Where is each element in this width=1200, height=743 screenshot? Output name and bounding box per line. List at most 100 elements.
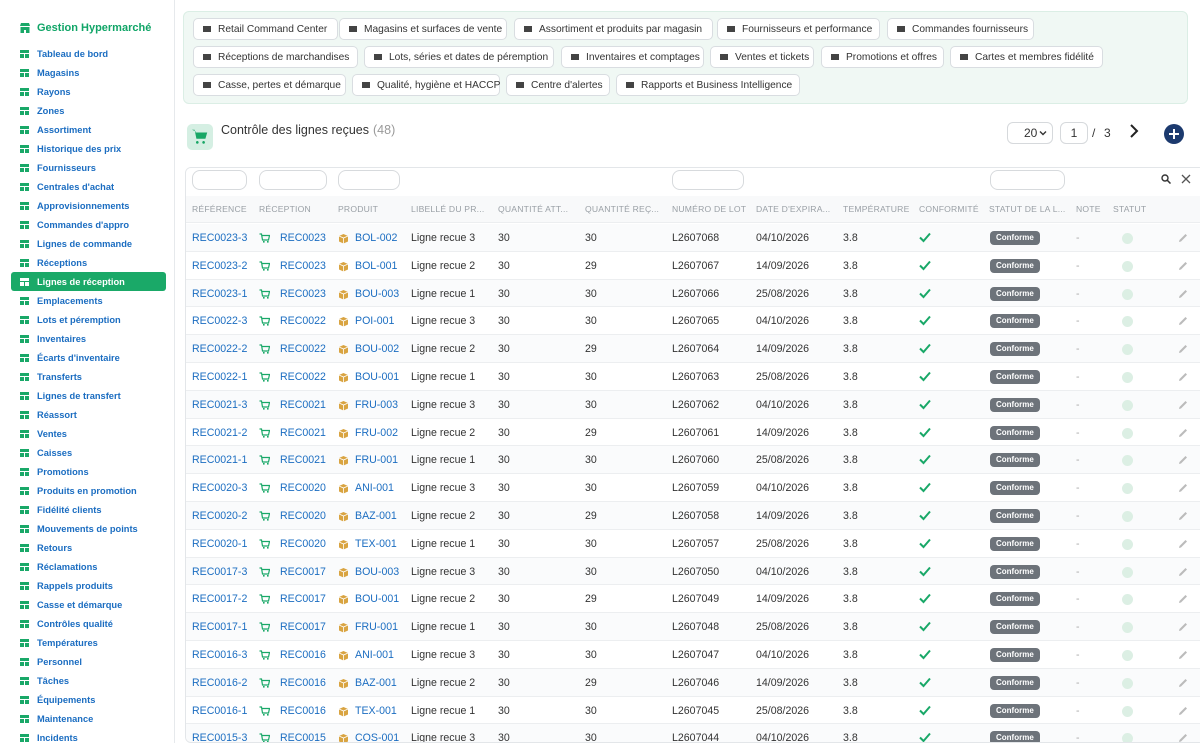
edit-icon[interactable] <box>1178 733 1188 743</box>
column-header[interactable]: Note <box>1076 204 1101 214</box>
sidebar-item-32[interactable]: Températures <box>0 633 174 652</box>
filter-statut-ligne[interactable] <box>990 170 1065 190</box>
cell-produit[interactable]: BOU-001 <box>355 371 399 383</box>
sidebar-item-4[interactable]: Zones <box>0 101 174 120</box>
edit-icon[interactable] <box>1178 594 1188 604</box>
cell-produit[interactable]: BOU-003 <box>355 566 399 578</box>
cell-reference[interactable]: REC0023-3 <box>192 232 247 244</box>
cell-reception[interactable]: REC0020 <box>280 510 326 522</box>
cell-reference[interactable]: REC0016-2 <box>192 677 247 689</box>
column-header[interactable]: Libellé du pr... <box>411 204 484 214</box>
module-chip-4[interactable]: Fournisseurs et performance <box>717 18 880 40</box>
table-row[interactable]: REC0022-1 REC0022 BOU-001 Ligne recue 1 30 30… <box>186 363 1200 391</box>
column-header[interactable]: Date d'expira... <box>756 204 830 214</box>
cell-produit[interactable]: TEX-001 <box>355 705 397 717</box>
edit-icon[interactable] <box>1178 678 1188 688</box>
cell-reference[interactable]: REC0023-2 <box>192 260 247 272</box>
cell-produit[interactable]: FRU-002 <box>355 427 398 439</box>
table-row[interactable]: REC0020-1 REC0020 TEX-001 Ligne recue 1 30 30… <box>186 530 1200 558</box>
sidebar-item-5[interactable]: Assortiment <box>0 120 174 139</box>
clear-filter-icon[interactable] <box>1181 174 1191 184</box>
cell-reception[interactable]: REC0017 <box>280 593 326 605</box>
filter-reference[interactable] <box>192 170 247 190</box>
edit-icon[interactable] <box>1178 400 1188 410</box>
module-chip-1[interactable]: Retail Command Center <box>193 18 338 40</box>
cell-produit[interactable]: BOU-002 <box>355 343 399 355</box>
module-chip-12[interactable]: Casse, pertes et démarque <box>193 74 346 96</box>
cell-reception[interactable]: REC0022 <box>280 343 326 355</box>
sidebar-item-37[interactable]: Incidents <box>0 728 174 743</box>
sidebar-item-25[interactable]: Fidélité clients <box>0 500 174 519</box>
edit-icon[interactable] <box>1178 428 1188 438</box>
current-page-input[interactable]: 1 <box>1060 122 1088 144</box>
sidebar-item-17[interactable]: Écarts d'inventaire <box>0 348 174 367</box>
edit-icon[interactable] <box>1178 261 1188 271</box>
cell-reference[interactable]: REC0022-1 <box>192 371 247 383</box>
cell-reception[interactable]: REC0020 <box>280 482 326 494</box>
cell-reception[interactable]: REC0021 <box>280 427 326 439</box>
cell-reference[interactable]: REC0020-3 <box>192 482 247 494</box>
sidebar-item-24[interactable]: Produits en promotion <box>0 481 174 500</box>
cell-reference[interactable]: REC0022-2 <box>192 343 247 355</box>
cell-reception[interactable]: REC0021 <box>280 454 326 466</box>
table-row[interactable]: REC0017-2 REC0017 BOU-001 Ligne recue 2 30 29… <box>186 585 1200 614</box>
module-chip-10[interactable]: Promotions et offres <box>821 46 944 68</box>
next-page-icon[interactable] <box>1127 123 1141 139</box>
column-header[interactable]: Réception <box>259 204 311 214</box>
filter-lot[interactable] <box>672 170 744 190</box>
cell-reference[interactable]: REC0016-1 <box>192 705 247 717</box>
cell-produit[interactable]: BOU-001 <box>355 593 399 605</box>
sidebar-item-36[interactable]: Maintenance <box>0 709 174 728</box>
add-button[interactable] <box>1164 124 1184 144</box>
column-header[interactable]: Produit <box>338 204 378 214</box>
edit-icon[interactable] <box>1178 372 1188 382</box>
table-row[interactable]: REC0016-2 REC0016 BAZ-001 Ligne recue 2 30 29… <box>186 668 1200 697</box>
cell-reference[interactable]: REC0017-1 <box>192 621 247 633</box>
sidebar-item-12[interactable]: Réceptions <box>0 253 174 272</box>
sidebar-item-10[interactable]: Commandes d'appro <box>0 215 174 234</box>
sidebar-item-8[interactable]: Centrales d'achat <box>0 177 174 196</box>
table-row[interactable]: REC0017-3 REC0017 BOU-003 Ligne recue 3 30 30… <box>186 557 1200 586</box>
sidebar-item-22[interactable]: Caisses <box>0 443 174 462</box>
app-brand[interactable]: Gestion Hypermarché <box>0 16 174 40</box>
sidebar-item-16[interactable]: Inventaires <box>0 329 174 348</box>
sidebar-item-21[interactable]: Ventes <box>0 424 174 443</box>
sidebar-item-14[interactable]: Emplacements <box>0 291 174 310</box>
cell-produit[interactable]: BAZ-001 <box>355 510 397 522</box>
edit-icon[interactable] <box>1178 650 1188 660</box>
sidebar-item-13[interactable]: Lignes de réception <box>11 272 166 291</box>
column-header[interactable]: Numéro de lot <box>672 204 746 214</box>
module-chip-9[interactable]: Ventes et tickets <box>710 46 814 68</box>
cell-produit[interactable]: FRU-003 <box>355 399 398 411</box>
table-row[interactable]: REC0015-3 REC0015 COS-001 Ligne recue 3 30 30… <box>186 724 1200 743</box>
table-row[interactable]: REC0023-2 REC0023 BOL-001 Ligne recue 2 30 29… <box>186 252 1200 280</box>
module-chip-11[interactable]: Cartes et membres fidélité <box>950 46 1103 68</box>
sidebar-item-19[interactable]: Lignes de transfert <box>0 386 174 405</box>
sidebar-item-29[interactable]: Rappels produits <box>0 576 174 595</box>
cell-reception[interactable]: REC0017 <box>280 621 326 633</box>
cell-produit[interactable]: ANI-001 <box>355 649 394 661</box>
sidebar-item-2[interactable]: Magasins <box>0 63 174 82</box>
cell-reception[interactable]: REC0015 <box>280 732 326 742</box>
column-header[interactable]: Quantité att... <box>498 204 568 214</box>
module-chip-8[interactable]: Inventaires et comptages <box>561 46 704 68</box>
cell-reception[interactable]: REC0016 <box>280 705 326 717</box>
filter-reception[interactable] <box>259 170 327 190</box>
cell-reference[interactable]: REC0017-2 <box>192 593 247 605</box>
column-header[interactable]: Conformité <box>919 204 979 214</box>
cell-reference[interactable]: REC0021-1 <box>192 454 247 466</box>
sidebar-item-34[interactable]: Tâches <box>0 671 174 690</box>
cell-reference[interactable]: REC0023-1 <box>192 288 247 300</box>
edit-icon[interactable] <box>1178 233 1188 243</box>
module-chip-14[interactable]: Centre d'alertes <box>506 74 610 96</box>
cell-reference[interactable]: REC0017-3 <box>192 566 247 578</box>
table-row[interactable]: REC0020-2 REC0020 BAZ-001 Ligne recue 2 30 29… <box>186 501 1200 530</box>
cell-reception[interactable]: REC0021 <box>280 399 326 411</box>
cell-reception[interactable]: REC0023 <box>280 260 326 272</box>
column-header[interactable]: Référence <box>192 204 247 214</box>
cell-reception[interactable]: REC0017 <box>280 566 326 578</box>
module-chip-5[interactable]: Commandes fournisseurs <box>887 18 1034 40</box>
table-row[interactable]: REC0020-3 REC0020 ANI-001 Ligne recue 3 30 30… <box>186 474 1200 502</box>
sidebar-item-18[interactable]: Transferts <box>0 367 174 386</box>
filter-produit[interactable] <box>338 170 400 190</box>
